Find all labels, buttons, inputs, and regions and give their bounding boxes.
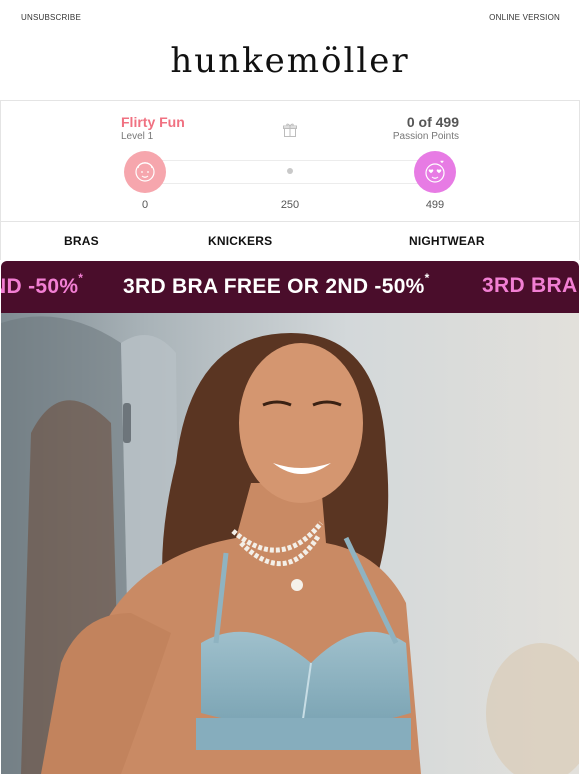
nav-item-bras[interactable]: BRAS bbox=[64, 234, 99, 248]
unsubscribe-link[interactable]: UNSUBSCRIBE bbox=[21, 13, 81, 22]
brand-logo[interactable]: hunkemöller bbox=[170, 36, 409, 86]
passion-points-count: 0 of 499 bbox=[406, 114, 459, 130]
scale-label-start: 0 bbox=[141, 199, 149, 211]
passion-points-label: Passion Points bbox=[392, 131, 459, 142]
love-face-icon bbox=[414, 151, 456, 193]
progress-midpoint-marker bbox=[287, 168, 293, 174]
nav-item-nightwear[interactable]: NIGHTWEAR bbox=[409, 234, 485, 248]
promo-text: 3RD BRA bbox=[482, 274, 578, 297]
flirty-face-icon bbox=[124, 151, 166, 193]
scale-label-mid: 250 bbox=[280, 199, 300, 211]
hero-image[interactable] bbox=[1, 313, 579, 774]
lingerie-model-photo-icon bbox=[1, 313, 579, 774]
category-nav: BRAS KNICKERS NIGHTWEAR bbox=[0, 222, 580, 260]
gift-icon bbox=[283, 123, 297, 137]
loyalty-status-panel: Flirty Fun Level 1 0 of 499 Passion Poin… bbox=[0, 100, 580, 221]
tier-name: Flirty Fun bbox=[121, 114, 185, 130]
tier-level: Level 1 bbox=[121, 131, 154, 142]
promo-text: 3RD BRA FREE OR 2ND -50%* bbox=[123, 271, 430, 298]
top-links-bar: UNSUBSCRIBE ONLINE VERSION bbox=[0, 0, 580, 36]
promo-text: ND -50%* bbox=[1, 271, 84, 298]
brand-header: hunkemöller bbox=[0, 36, 580, 100]
promo-banner[interactable]: ND -50%* 3RD BRA FREE OR 2ND -50%* 3RD B… bbox=[1, 261, 579, 313]
nav-item-knickers[interactable]: KNICKERS bbox=[208, 234, 272, 248]
online-version-link[interactable]: ONLINE VERSION bbox=[489, 13, 560, 22]
scale-label-end: 499 bbox=[425, 199, 445, 211]
